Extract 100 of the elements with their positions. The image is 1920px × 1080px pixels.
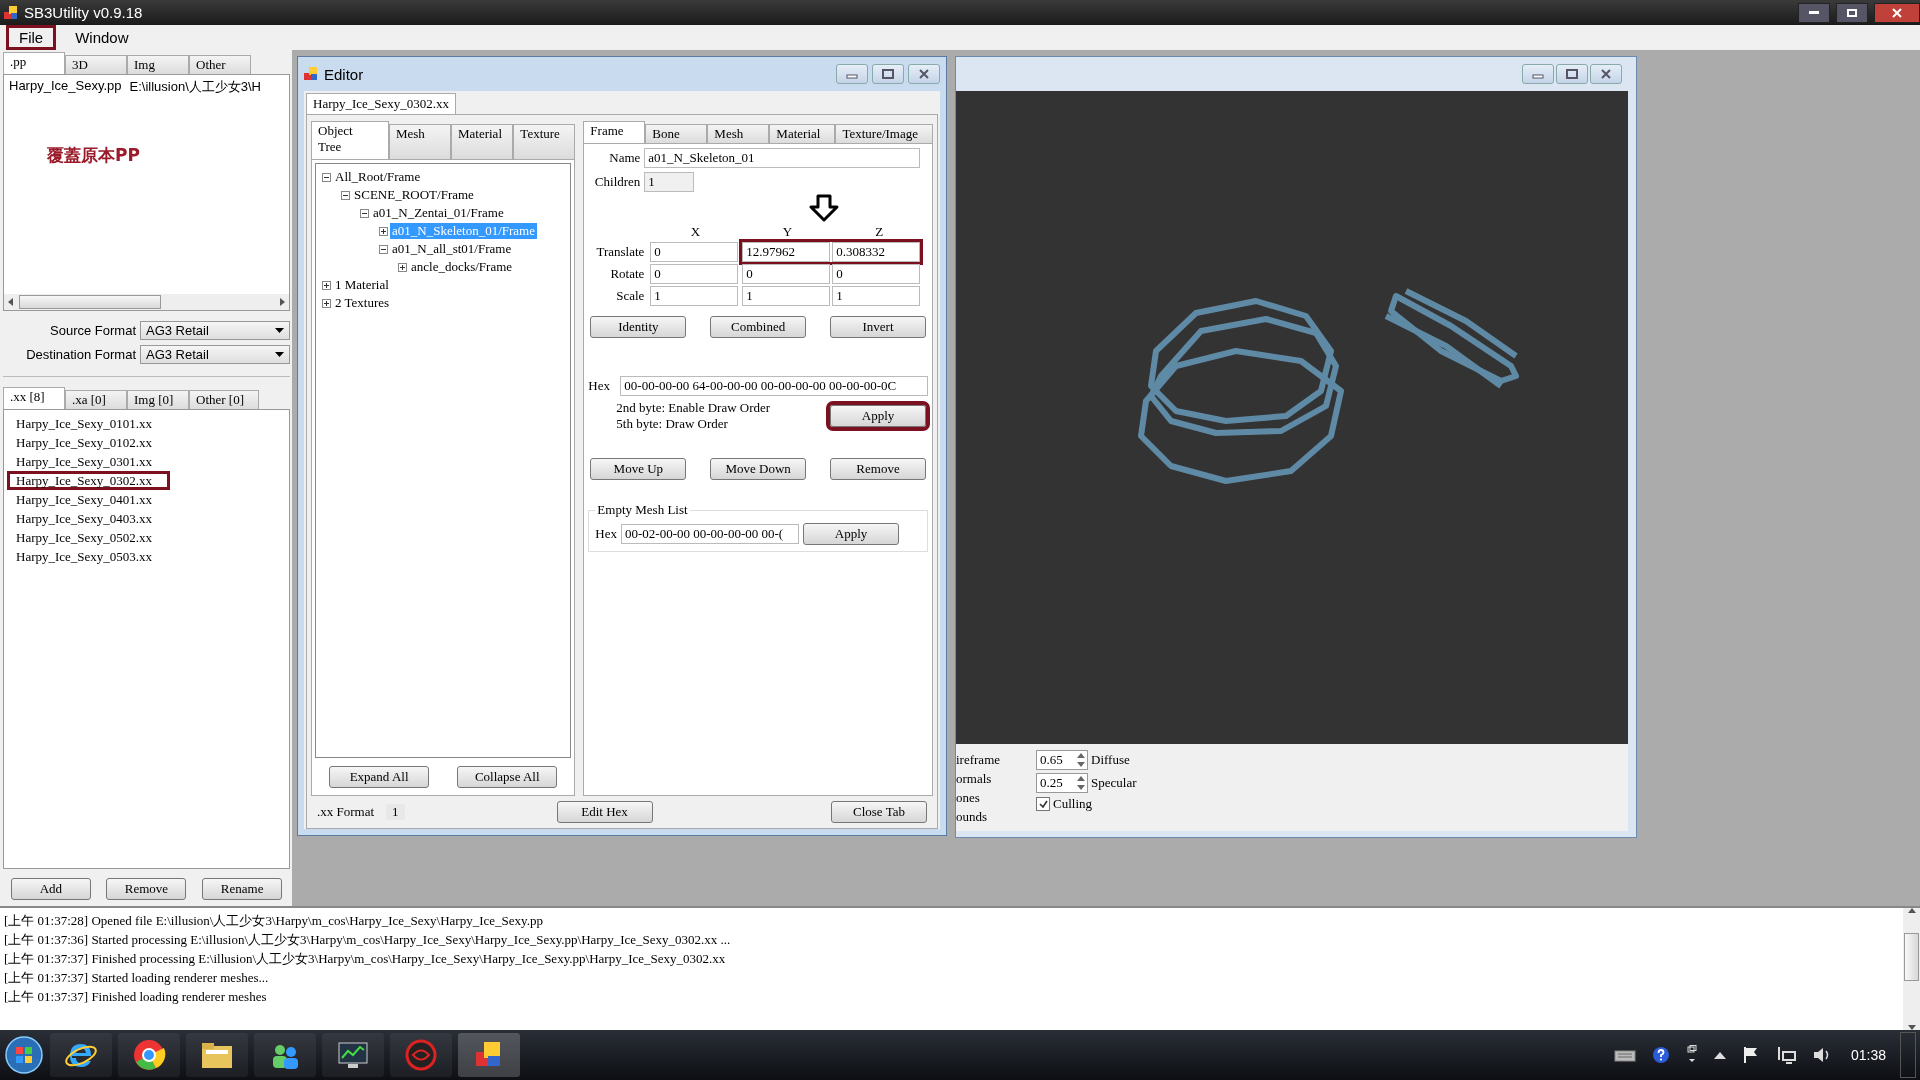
value-field[interactable]: 12.97962 — [742, 242, 831, 262]
close-icon — [1600, 69, 1612, 79]
close-button[interactable] — [1874, 2, 1920, 23]
list-item[interactable]: Harpy_Ice_Sexy_0302.xx — [7, 471, 170, 490]
maximize-button[interactable] — [1836, 2, 1868, 23]
list-item[interactable]: Harpy_Ice_Sexy_0102.xx — [7, 433, 170, 452]
app-icon — [304, 67, 318, 81]
list-item[interactable]: Harpy_Ice_Sexy_0403.xx — [7, 509, 170, 528]
collapse-icon[interactable] — [322, 172, 331, 182]
tree-item[interactable]: 2 Textures — [333, 295, 392, 311]
format-dropdown[interactable]: AG3 Retail — [140, 345, 290, 364]
close-button[interactable] — [908, 64, 940, 84]
maximize-button[interactable] — [1556, 64, 1588, 84]
close-button[interactable] — [1590, 64, 1622, 84]
tree-button[interactable]: Expand All — [329, 766, 430, 788]
menu-item[interactable]: Window — [62, 25, 142, 50]
value-field[interactable]: 0 — [650, 242, 739, 262]
app-icon[interactable] — [390, 1033, 452, 1077]
matrix-button[interactable]: Combined — [710, 316, 807, 338]
number-spinner[interactable]: 0.65 — [1036, 750, 1088, 770]
collapse-icon[interactable] — [379, 244, 388, 254]
frame-button[interactable]: Remove — [830, 458, 926, 480]
horizontal-scrollbar[interactable] — [4, 294, 289, 310]
folder-icon[interactable] — [186, 1033, 248, 1077]
frame-button[interactable]: Move Down — [710, 458, 807, 480]
tab[interactable]: Img [0] — [127, 390, 189, 409]
field-label: Hex — [588, 378, 611, 394]
tab[interactable]: Object Tree — [311, 121, 389, 159]
tab[interactable]: Bone — [645, 124, 708, 143]
tab[interactable]: Other [0] — [189, 390, 259, 409]
name-field[interactable]: a01_N_Skeleton_01 — [644, 148, 921, 168]
file-name[interactable]: Harpy_Ice_Sexy.pp — [9, 78, 122, 96]
document-tab[interactable]: Harpy_Ice_Sexy_0302.xx — [306, 93, 457, 114]
tree-item[interactable]: SCENE_ROOT/Frame — [352, 187, 476, 203]
collapse-icon[interactable] — [360, 208, 369, 218]
tree-item[interactable]: All_Root/Frame — [333, 169, 423, 185]
tree-button[interactable]: Collapse All — [457, 766, 558, 788]
expand-icon[interactable] — [322, 280, 331, 290]
tab[interactable]: .pp — [3, 52, 65, 74]
number-spinner[interactable]: 0.25 — [1036, 773, 1088, 793]
tab[interactable]: Texture — [513, 124, 576, 159]
expand-icon[interactable] — [379, 226, 388, 236]
apply-button[interactable]: Apply — [803, 523, 899, 545]
vertical-scrollbar[interactable] — [1903, 908, 1920, 1030]
browser-icon[interactable] — [50, 1033, 112, 1077]
start-button[interactable] — [4, 1035, 44, 1075]
tab[interactable]: Texture/Image — [835, 124, 933, 143]
value-field[interactable]: 1 — [650, 286, 739, 306]
value-field[interactable]: 0 — [650, 264, 739, 284]
people-icon[interactable] — [254, 1033, 316, 1077]
monitor-icon[interactable] — [322, 1033, 384, 1077]
expand-icon[interactable] — [322, 298, 331, 308]
tree-item[interactable]: a01_N_all_st01/Frame — [390, 241, 514, 257]
panel-button[interactable]: Add — [10, 878, 91, 900]
tree-item[interactable]: ancle_docks/Frame — [409, 259, 515, 275]
spinner-arrows-icon — [1077, 775, 1085, 791]
panel-button[interactable]: Rename — [202, 878, 283, 900]
expand-icon[interactable] — [398, 262, 407, 272]
browser-icon[interactable] — [118, 1033, 180, 1077]
value-field[interactable]: 1 — [832, 286, 921, 306]
tab[interactable]: .xx [8] — [3, 387, 65, 409]
value-field[interactable]: 0 — [832, 264, 921, 284]
show-desktop-button[interactable] — [1900, 1032, 1916, 1078]
frame-button[interactable]: Move Up — [590, 458, 687, 480]
format-dropdown[interactable]: AG3 Retail — [140, 321, 290, 340]
maximize-button[interactable] — [872, 64, 904, 84]
value-field[interactable]: 0 — [742, 264, 831, 284]
tree-item[interactable]: a01_N_Zentai_01/Frame — [371, 205, 506, 221]
tab[interactable]: Other — [189, 55, 251, 74]
hex-field[interactable]: 00-02-00-00 00-00-00-00 00-( — [621, 524, 799, 544]
edit-hex-button[interactable]: Edit Hex — [556, 801, 653, 823]
list-item[interactable]: Harpy_Ice_Sexy_0502.xx — [7, 528, 170, 547]
value-field[interactable]: 1 — [742, 286, 831, 306]
close-tab-button[interactable]: Close Tab — [831, 801, 927, 823]
matrix-button[interactable]: Identity — [590, 316, 687, 338]
tab[interactable]: Frame — [583, 121, 646, 143]
list-item[interactable]: Harpy_Ice_Sexy_0101.xx — [7, 414, 170, 433]
menu-item[interactable]: File — [6, 25, 57, 50]
tab[interactable]: Mesh — [707, 124, 770, 143]
list-item[interactable]: Harpy_Ice_Sexy_0401.xx — [7, 490, 170, 509]
tab[interactable]: Mesh — [388, 124, 451, 159]
3d-viewport[interactable] — [956, 91, 1628, 744]
tree-item[interactable]: 1 Material — [333, 277, 391, 293]
log-line: [上午 01:37:37] Started loading renderer meshes... — [4, 969, 270, 987]
checkbox[interactable] — [1036, 797, 1050, 811]
list-item[interactable]: Harpy_Ice_Sexy_0503.xx — [7, 547, 170, 566]
hex-field[interactable]: 00-00-00-00 64-00-00-00 00-00-00-00 00-00-00-0C — [620, 376, 928, 396]
tab[interactable]: Material — [769, 124, 836, 143]
minimize-button[interactable] — [1798, 2, 1830, 23]
matrix-button[interactable]: Invert — [830, 316, 926, 338]
app-icon[interactable] — [458, 1033, 520, 1077]
collapse-icon[interactable] — [341, 190, 350, 200]
list-item[interactable]: Harpy_Ice_Sexy_0301.xx — [7, 452, 170, 471]
tab[interactable]: Material — [450, 124, 514, 159]
panel-button[interactable]: Remove — [106, 878, 187, 900]
value-field[interactable]: 0.308332 — [832, 242, 921, 262]
maximize-icon — [1847, 8, 1857, 17]
tab[interactable]: .xa [0] — [65, 390, 127, 409]
tab[interactable]: 3D — [65, 55, 127, 74]
tab[interactable]: Img — [127, 55, 189, 74]
